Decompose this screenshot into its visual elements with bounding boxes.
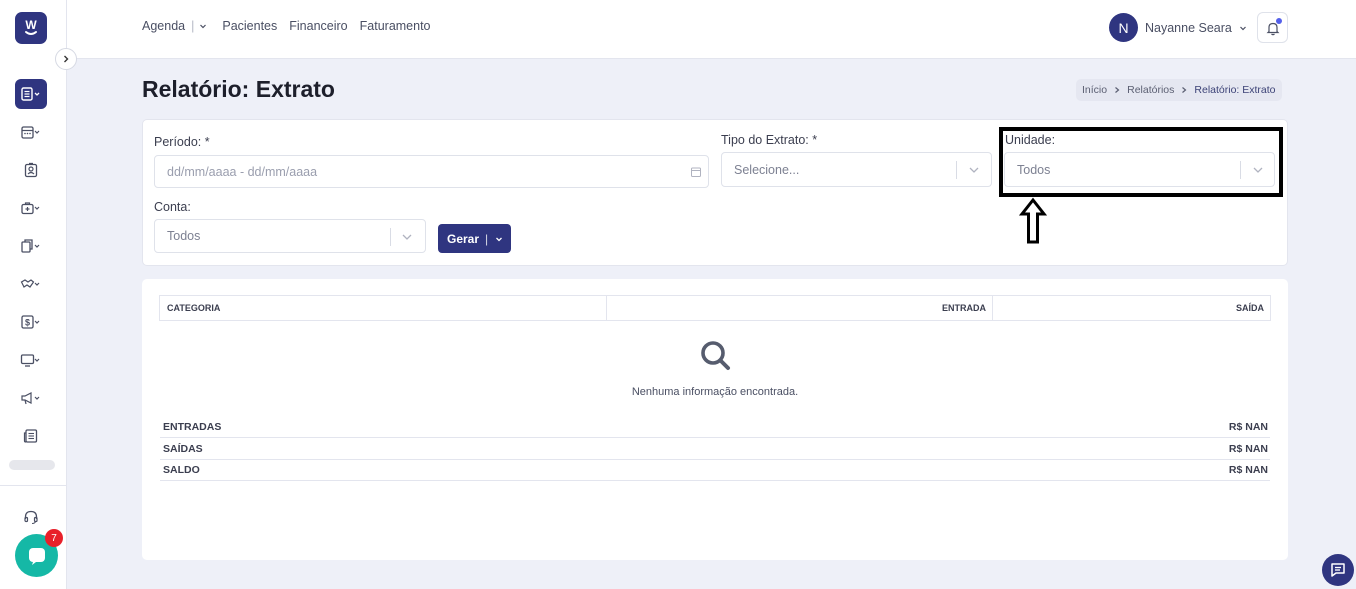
handshake-icon: [20, 279, 40, 288]
avatar: N: [1109, 13, 1138, 42]
svg-text:W: W: [25, 18, 37, 32]
sidebar-scrollbar[interactable]: [9, 460, 55, 470]
sidebar-divider: [0, 485, 66, 486]
conta-label: Conta:: [154, 200, 191, 214]
periodo-date-range-input[interactable]: dd/mm/aaaa - dd/mm/aaaa: [154, 155, 709, 188]
chevron-down-icon: [200, 24, 207, 29]
nav-agenda[interactable]: Agenda: [142, 19, 185, 33]
chevron-down-icon: [1239, 26, 1246, 30]
support-button[interactable]: [15, 502, 47, 532]
gerar-button[interactable]: Gerar |: [438, 224, 511, 253]
gerar-separator: |: [485, 231, 489, 246]
select-divider: [956, 161, 957, 179]
up-arrow-annotation-icon: [1019, 197, 1047, 244]
summary-row-saldo: SALDO R$ NAN: [160, 460, 1270, 481]
nav-faturamento[interactable]: Faturamento: [360, 19, 431, 33]
summary-row-entradas: ENTRADAS R$ NAN: [160, 417, 1270, 438]
calendar-icon: [691, 167, 701, 177]
summary-label: ENTRADAS: [163, 421, 222, 433]
summary-value: R$ NAN: [1228, 464, 1268, 476]
sidebar-item-marketing[interactable]: [15, 383, 47, 413]
breadcrumb: Início Relatórios Relatório: Extrato: [1076, 79, 1282, 101]
chat-notification-badge: 7: [45, 529, 63, 547]
calendar-icon: [21, 126, 40, 139]
top-navigation-bar: Agenda | Pacientes Financeiro Faturament…: [67, 0, 1356, 59]
monitor-icon: [20, 354, 40, 367]
newspaper-icon: [23, 429, 38, 443]
nav-pacientes[interactable]: Pacientes: [222, 19, 277, 33]
column-header-saida: SAÍDA: [1235, 303, 1264, 313]
search-icon: [701, 341, 730, 370]
headset-icon: [24, 510, 38, 525]
chevron-right-icon: [1113, 86, 1121, 94]
highlight-annotation-box: [999, 127, 1283, 197]
sidebar-item-reports[interactable]: [15, 79, 47, 109]
medical-bag-icon: [21, 202, 40, 215]
sidebar-item-medical[interactable]: [15, 193, 47, 223]
column-header-entrada: ENTRADA: [607, 296, 993, 320]
periodo-placeholder: dd/mm/aaaa - dd/mm/aaaa: [167, 164, 318, 179]
empty-state-message: Nenhuma informação encontrada.: [631, 386, 799, 398]
gerar-label: Gerar: [447, 231, 480, 246]
megaphone-icon: [21, 392, 40, 405]
sidebar-item-monitor[interactable]: [15, 345, 47, 375]
app-logo[interactable]: W: [15, 12, 47, 44]
table-header: CATEGORIA ENTRADA SAÍDA: [159, 295, 1271, 321]
sidebar-item-calendar[interactable]: [15, 117, 47, 147]
chevron-down-icon: [402, 234, 412, 240]
summary-label: SALDO: [163, 464, 200, 476]
chevron-down-icon[interactable]: [494, 234, 504, 244]
column-header-categoria: CATEGORIA: [160, 296, 607, 320]
page-title: Relatório: Extrato: [142, 76, 335, 102]
chevron-down-icon: [969, 167, 979, 173]
summary-value: R$ NAN: [1228, 421, 1268, 433]
chat-icon: [28, 547, 45, 565]
w-smile-logo: W: [25, 18, 37, 35]
nav-agenda-dropdown[interactable]: [198, 21, 208, 31]
conta-select[interactable]: Todos: [154, 219, 426, 253]
tipo-extrato-value: Selecione...: [734, 162, 800, 177]
sidebar-item-documents[interactable]: [15, 231, 47, 261]
periodo-label: Período: *: [154, 135, 210, 149]
reports-icon: [21, 87, 40, 101]
dollar-icon: $: [21, 315, 40, 329]
summary-row-saidas: SAÍDAS R$ NAN: [160, 439, 1270, 460]
help-chat-button[interactable]: [1322, 554, 1354, 586]
tipo-extrato-label: Tipo do Extrato: *: [721, 133, 818, 147]
notification-dot: [1276, 18, 1282, 24]
tipo-extrato-select[interactable]: Selecione...: [721, 152, 992, 187]
main-nav: Agenda | Pacientes Financeiro Faturament…: [142, 19, 443, 33]
nav-separator: |: [191, 19, 195, 33]
sidebar-item-news[interactable]: [15, 421, 47, 451]
breadcrumb-current: Relatório: Extrato: [1194, 84, 1276, 96]
chevron-right-icon: [64, 55, 69, 63]
select-divider: [390, 228, 391, 246]
message-icon: [1331, 563, 1345, 577]
sidebar-collapse-button[interactable]: [55, 48, 77, 70]
sidebar-item-agreements[interactable]: [15, 269, 47, 299]
breadcrumb-home[interactable]: Início: [1082, 84, 1107, 96]
user-name: Nayanne Seara: [1145, 20, 1232, 35]
notifications-button[interactable]: [1257, 12, 1288, 43]
user-menu[interactable]: N Nayanne Seara: [1109, 13, 1249, 42]
svg-text:$: $: [25, 318, 30, 328]
chevron-right-icon: [1180, 86, 1188, 94]
summary-value: R$ NAN: [1228, 443, 1268, 455]
conta-value: Todos: [167, 229, 201, 243]
summary-label: SAÍDAS: [163, 443, 203, 455]
nav-financeiro[interactable]: Financeiro: [289, 19, 347, 33]
sidebar-item-patients[interactable]: [15, 155, 47, 185]
sidebar: W $: [0, 0, 67, 589]
breadcrumb-reports[interactable]: Relatórios: [1127, 84, 1174, 96]
documents-icon: [21, 239, 40, 253]
patient-badge-icon: [24, 162, 38, 178]
sidebar-item-financial[interactable]: $: [15, 307, 47, 337]
